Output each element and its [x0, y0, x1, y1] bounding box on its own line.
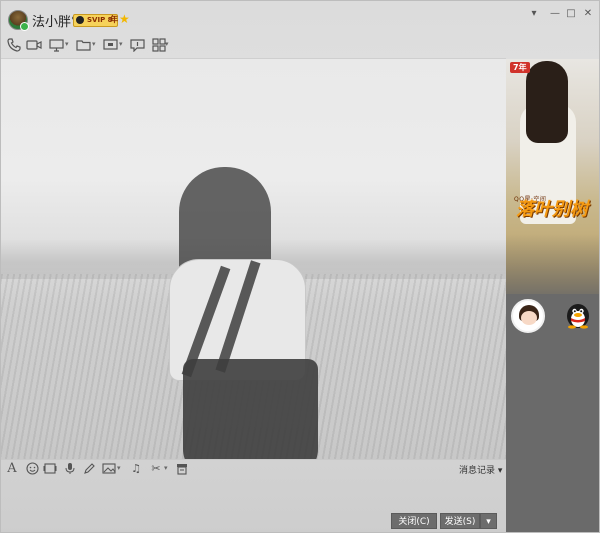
star-icon[interactable]: ★: [119, 12, 130, 26]
voice-icon[interactable]: [63, 462, 77, 476]
year-vip-label: 年: [110, 15, 118, 24]
image-icon[interactable]: [102, 462, 116, 476]
contact-nickname[interactable]: 法小胖°: [32, 11, 78, 30]
scissors-icon[interactable]: ✂: [149, 462, 163, 476]
message-area[interactable]: [1, 59, 506, 459]
stamp-icon[interactable]: [175, 462, 189, 476]
apps-caret-icon[interactable]: ▾: [165, 40, 169, 48]
scissors-caret-icon[interactable]: ▾: [164, 464, 168, 472]
close-window-button[interactable]: ✕: [581, 7, 595, 21]
screen-share-icon[interactable]: [49, 38, 65, 52]
emoji-icon[interactable]: [25, 462, 39, 476]
ad-title: 落叶别树: [516, 199, 588, 220]
friend-avatar[interactable]: [511, 299, 545, 333]
ad-figure-hair: [526, 61, 568, 143]
contact-avatar[interactable]: [8, 10, 29, 31]
screen-share-caret-icon[interactable]: ▾: [65, 40, 69, 48]
restore-button[interactable]: □: [564, 7, 578, 21]
chat-window: 法小胖° SVIP 8 年 ★ ▾ — □ ✕ ▾ ▾ ▾ ▾ A ▾ ♫ ✂ …: [0, 0, 600, 533]
message-history-link[interactable]: 消息记录 ▾: [459, 463, 502, 476]
gif-icon[interactable]: [43, 462, 57, 476]
remote-desktop-caret-icon[interactable]: ▾: [119, 40, 123, 48]
image-caret-icon[interactable]: ▾: [117, 464, 121, 472]
phone-icon[interactable]: [6, 38, 22, 52]
minimize-button[interactable]: —: [548, 7, 562, 21]
send-button[interactable]: 发送(S): [440, 513, 480, 529]
ad-fade: [506, 234, 599, 294]
chat-bubble-icon[interactable]: [130, 38, 146, 53]
remote-desktop-icon[interactable]: [103, 38, 119, 52]
send-options-button[interactable]: ▾: [480, 513, 497, 529]
folder-icon[interactable]: [76, 38, 92, 52]
pen-icon[interactable]: [82, 462, 96, 476]
sidebar-ad-banner[interactable]: 7年 QQ星·空间 落叶别树: [506, 59, 599, 294]
folder-caret-icon[interactable]: ▾: [92, 40, 96, 48]
ad-tag: 7年: [510, 62, 530, 73]
close-button[interactable]: 关闭(C): [391, 513, 437, 529]
video-icon[interactable]: [26, 38, 42, 52]
title-bar: 法小胖° SVIP 8 年 ★ ▾ — □ ✕: [1, 1, 599, 35]
qq-penguin-icon[interactable]: [563, 301, 593, 329]
dropdown-icon[interactable]: ▾: [527, 7, 541, 21]
background-figure-skirt: [183, 359, 318, 459]
music-icon[interactable]: ♫: [129, 462, 143, 476]
font-icon[interactable]: A: [5, 462, 19, 476]
